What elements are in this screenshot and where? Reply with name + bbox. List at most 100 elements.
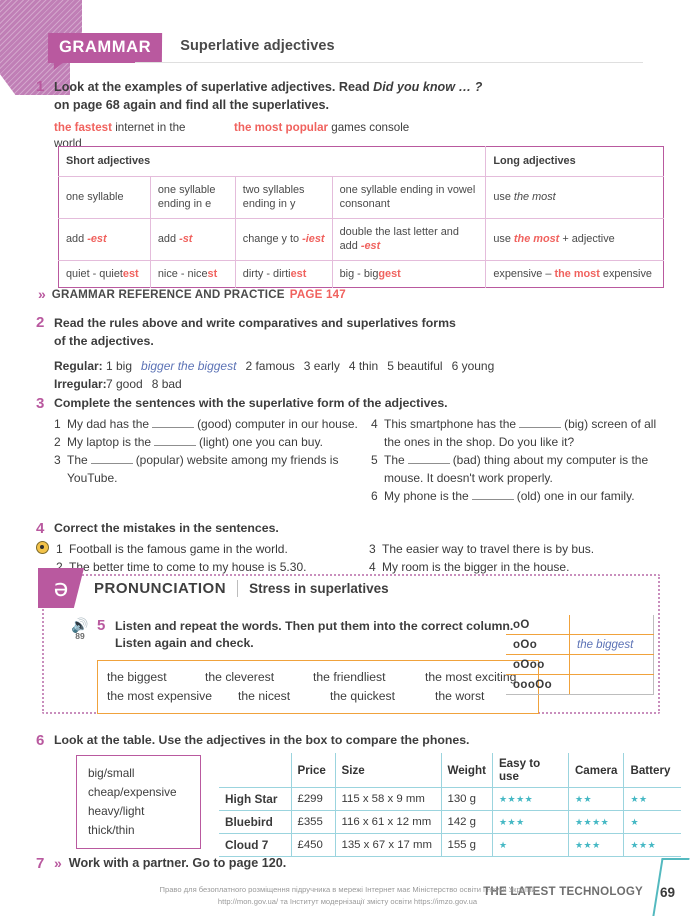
exercise-7-number: 7 bbox=[36, 854, 45, 872]
cell-r1c5-plain: use bbox=[493, 190, 514, 203]
exercise-7: 7 » Work with a partner. Go to page 120. bbox=[36, 855, 286, 871]
cell-r3c5: expensive – the most expensive bbox=[486, 260, 664, 288]
cell-r2c5: use the most + adjective bbox=[485, 218, 664, 261]
cell-r2c4-plain: double the last letter and add bbox=[339, 225, 459, 253]
stress-example[interactable] bbox=[569, 615, 654, 635]
cell-r3c4-plain: big - big bbox=[339, 267, 379, 280]
q-text: Football is the famous game in the world… bbox=[69, 542, 288, 556]
stress-example[interactable] bbox=[569, 674, 654, 695]
q-pre: The bbox=[67, 453, 88, 467]
q-post: (popular) website among my friends is Yo… bbox=[67, 453, 339, 485]
cell-r1c4: one syllable ending in vowel consonant bbox=[332, 176, 487, 219]
stress-example[interactable] bbox=[569, 654, 654, 675]
schwa-icon: ə bbox=[38, 568, 84, 608]
cell-r2c1: add -est bbox=[58, 218, 151, 261]
phone-price: £299 bbox=[291, 787, 336, 811]
watermark: Право для безоплатного розміщення підруч… bbox=[0, 884, 695, 908]
list-item: 2 My laptop is the (light) one you can buy… bbox=[54, 433, 359, 451]
grammar-section-header: GRAMMAR Superlative adjectives bbox=[47, 33, 335, 63]
word-item[interactable]: the friendliest bbox=[313, 668, 425, 687]
cell-r2c3-suffix: -iest bbox=[302, 232, 325, 245]
table-row: oO bbox=[506, 615, 654, 635]
list-item: 1 My dad has the (good) computer in our ho… bbox=[54, 415, 359, 433]
q-text: This smartphone has the (big) screen of a… bbox=[384, 415, 676, 451]
word-item[interactable]: the worst bbox=[435, 687, 484, 706]
phone-battery-rating: ★★ bbox=[623, 787, 681, 811]
header-divider bbox=[135, 62, 643, 63]
cell-r3c3-plain: dirty - dirti bbox=[242, 267, 291, 280]
q-text: My laptop is the (light) one you can buy. bbox=[67, 433, 323, 451]
table-header-row: Price Size Weight Easy to use Camera Bat… bbox=[219, 753, 681, 788]
cell-r2c2: add -st bbox=[150, 218, 236, 261]
table-row: one syllable one syllable ending in e tw… bbox=[58, 176, 664, 219]
word-item[interactable]: the cleverest bbox=[205, 668, 313, 687]
adjective-item: thick/thin bbox=[88, 823, 135, 838]
word-item[interactable]: the most exciting bbox=[425, 668, 516, 687]
phone-camera-rating: ★★★ bbox=[568, 833, 625, 857]
q-number: 6 bbox=[371, 489, 378, 503]
cell-r3c4: big - biggest bbox=[332, 260, 487, 288]
exercise-3-left-column: 1 My dad has the (good) computer in our ho… bbox=[54, 415, 359, 505]
q-post: (light) one you can buy. bbox=[199, 435, 323, 449]
grammar-rules-table: Short adjectives Long adjectives one syl… bbox=[58, 146, 664, 288]
answer-blank[interactable] bbox=[407, 463, 450, 464]
phone-name: Cloud 7 bbox=[219, 833, 292, 857]
answer-blank[interactable] bbox=[90, 463, 133, 464]
phone-camera-rating: ★★★★ bbox=[568, 810, 625, 834]
cell-r2c5-plain: use bbox=[493, 232, 514, 245]
cell-r3c2: nice - nicest bbox=[150, 260, 236, 288]
phone-easy-to-use-rating: ★ bbox=[492, 833, 569, 857]
exercise-6-number: 6 bbox=[36, 732, 45, 749]
cell-r3c4-suffix: gest bbox=[378, 267, 401, 280]
eye-icon bbox=[36, 541, 49, 554]
exercise-1: 1 Look at the examples of superlative ad… bbox=[36, 79, 656, 153]
table-row-header: Short adjectives Long adjectives bbox=[58, 146, 664, 177]
audio-track-marker[interactable]: 🔊 89 bbox=[67, 618, 93, 641]
exercise-5-line2: Listen again and check. bbox=[115, 636, 254, 651]
col-header-size: Size bbox=[335, 753, 442, 788]
word-item[interactable]: the quickest bbox=[330, 687, 435, 706]
cell-r2c4-suffix: -est bbox=[360, 240, 381, 252]
grammar-reference-link[interactable]: » GRAMMAR REFERENCE AND PRACTICE PAGE 14… bbox=[38, 286, 346, 302]
q-number: 1 bbox=[54, 417, 61, 431]
cell-r2c5-italic: the most bbox=[513, 232, 560, 245]
word-item[interactable]: the most expensive bbox=[107, 687, 238, 706]
cell-r3c5-post: expensive bbox=[599, 267, 652, 280]
header-short-adjectives: Short adjectives bbox=[58, 146, 487, 177]
word-bank-box: the biggest the cleverest the friendlies… bbox=[97, 660, 539, 714]
phone-comparison-table: Price Size Weight Easy to use Camera Bat… bbox=[219, 753, 681, 857]
pronunciation-panel: ə PRONUNCIATION Stress in superlatives 🔊… bbox=[38, 568, 660, 714]
word-item[interactable]: the nicest bbox=[238, 687, 330, 706]
q-text: The easier way to travel there is by bus… bbox=[382, 542, 595, 556]
exercise-2-number: 2 bbox=[36, 314, 45, 331]
answer-blank[interactable] bbox=[154, 445, 197, 446]
stress-example[interactable]: the biggest bbox=[569, 634, 654, 655]
phone-easy-to-use-rating: ★★★ bbox=[492, 810, 569, 834]
cell-r3c5-pre: expensive – bbox=[493, 267, 555, 280]
word-item[interactable]: the biggest bbox=[107, 668, 205, 687]
pronunciation-header: PRONUNCIATION Stress in superlatives bbox=[94, 580, 389, 597]
exercise-1-number: 1 bbox=[36, 78, 45, 95]
answer-blank[interactable] bbox=[519, 427, 562, 428]
q-text: My phone is the (old) one in our family. bbox=[384, 487, 635, 505]
q-number: 2 bbox=[54, 435, 61, 449]
textbook-page: GRAMMAR Superlative adjectives 1 Look at… bbox=[0, 0, 695, 916]
cell-r3c1-suffix: est bbox=[122, 267, 139, 280]
grammar-reference-label: GRAMMAR REFERENCE AND PRACTICE bbox=[51, 287, 285, 301]
cell-r2c5-tail: + adjective bbox=[559, 232, 615, 245]
pronunciation-title: PRONUNCIATION bbox=[94, 580, 227, 597]
cell-r2c1-plain: add bbox=[66, 232, 88, 245]
exercise-4-instruction: Correct the mistakes in the sentences. bbox=[54, 521, 279, 535]
exercise-6: 6 Look at the table. Use the adjectives … bbox=[36, 732, 681, 857]
q-number: 3 bbox=[54, 453, 61, 467]
answer-blank[interactable] bbox=[152, 427, 195, 428]
exercise-6-instruction: Look at the table. Use the adjectives in… bbox=[54, 733, 470, 747]
watermark-line-1: Право для безоплатного розміщення підруч… bbox=[159, 884, 536, 894]
title-divider bbox=[237, 580, 239, 597]
phone-price: £450 bbox=[291, 833, 336, 857]
exercise-5-line1: Listen and repeat the words. Then put th… bbox=[115, 619, 514, 633]
example-2-rest: games console bbox=[328, 120, 410, 134]
answer-blank[interactable] bbox=[471, 499, 514, 500]
cell-r3c2-suffix: st bbox=[207, 267, 218, 280]
phone-easy-to-use-rating: ★★★★ bbox=[492, 787, 569, 811]
